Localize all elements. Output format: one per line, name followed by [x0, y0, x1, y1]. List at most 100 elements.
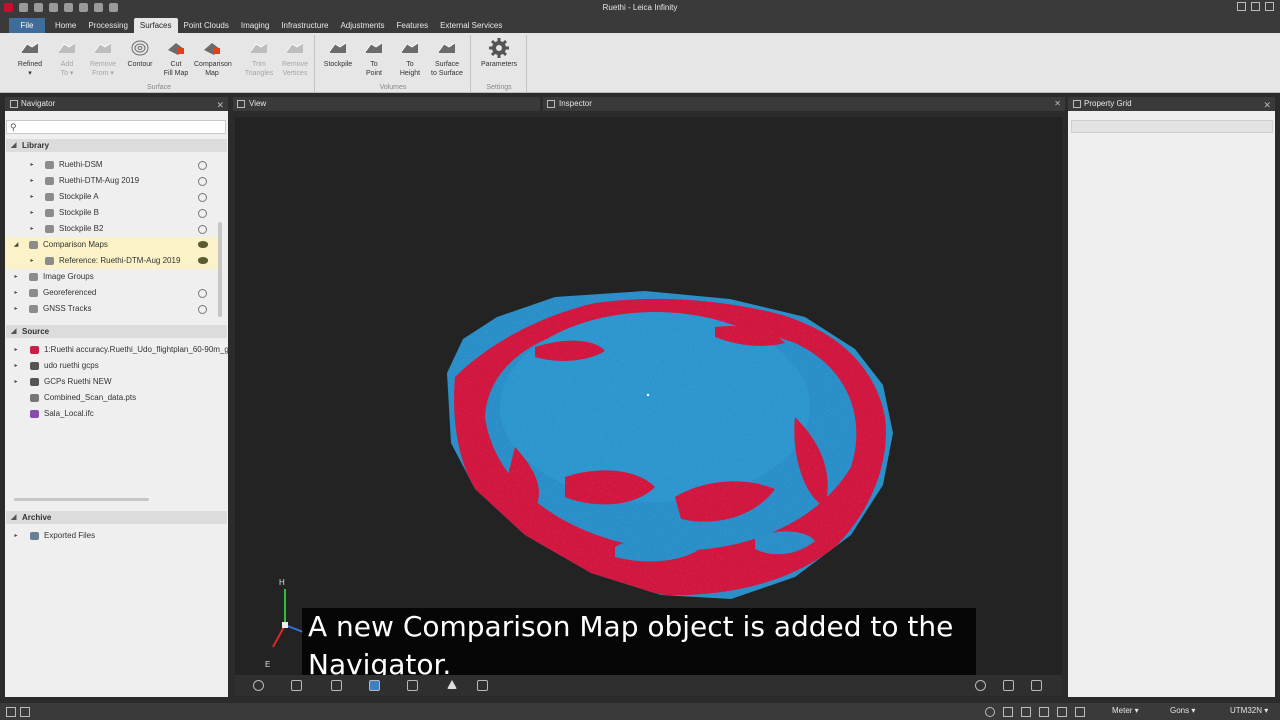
cut-fill-map-button[interactable]: Cut Fill Map: [158, 38, 194, 78]
to-height-button[interactable]: To Height: [392, 38, 428, 78]
contour-button[interactable]: Contour: [122, 38, 158, 69]
status-list-icon[interactable]: [1021, 707, 1031, 717]
expand-icon[interactable]: ▸: [12, 528, 20, 544]
refined-button[interactable]: Refined ▾: [12, 38, 48, 78]
visibility-toggle-icon[interactable]: [198, 305, 207, 314]
tree-item[interactable]: ▸ 1:Ruethi accuracy.Ruethi_Udo_flightplan…: [6, 342, 232, 358]
expand-icon[interactable]: ▸: [12, 374, 20, 390]
tree-item[interactable]: Sala_Local.ifc: [6, 406, 219, 422]
3d-viewport[interactable]: H E: [235, 117, 1062, 675]
property-object-select[interactable]: [1071, 120, 1273, 133]
close-icon[interactable]: ✕: [1263, 98, 1271, 112]
visibility-toggle-icon[interactable]: [198, 289, 207, 298]
camera-icon[interactable]: [1031, 680, 1042, 691]
close-icon[interactable]: [1265, 2, 1274, 11]
collapse-icon[interactable]: ◢: [11, 325, 16, 338]
tree-item[interactable]: ▸ Georeferenced: [6, 285, 219, 301]
status-left-icon[interactable]: [6, 707, 16, 717]
visibility-toggle-icon[interactable]: [198, 209, 207, 218]
expand-icon[interactable]: ▸: [12, 301, 20, 317]
tab-external-services[interactable]: External Services: [434, 18, 508, 33]
expand-icon[interactable]: ▸: [28, 173, 36, 189]
tree-item[interactable]: ▸ Image Groups: [6, 269, 219, 285]
navigator-search-input[interactable]: ⚲: [6, 120, 226, 134]
terrain-icon[interactable]: [447, 680, 457, 689]
remove-vertices-button[interactable]: Remove Vertices: [277, 38, 313, 78]
expand-icon[interactable]: ▸: [28, 221, 36, 237]
tab-processing[interactable]: Processing: [82, 18, 134, 33]
navigation-mode-icon[interactable]: [253, 680, 264, 691]
coord-system-dropdown[interactable]: UTM32N ▾: [1230, 706, 1268, 715]
tree-item[interactable]: ▸ Stockpile B: [6, 205, 219, 221]
measure-tool-icon[interactable]: [331, 680, 342, 691]
expand-icon[interactable]: ▸: [12, 342, 20, 358]
surface-to-surface-button[interactable]: Surface to Surface: [429, 38, 465, 78]
tab-point-clouds[interactable]: Point Clouds: [178, 18, 235, 33]
tree-item[interactable]: ▸ GNSS Tracks: [6, 301, 219, 317]
tab-adjustments[interactable]: Adjustments: [334, 18, 390, 33]
section-library[interactable]: ◢ Library: [6, 139, 227, 152]
visibility-toggle-icon[interactable]: [198, 193, 207, 202]
status-chart-icon[interactable]: [1075, 707, 1085, 717]
source-scrollbar[interactable]: [14, 498, 149, 501]
distance-units-dropdown[interactable]: Meter ▾: [1112, 706, 1139, 715]
pen-tool-icon[interactable]: [407, 680, 418, 691]
expand-icon[interactable]: ▸: [12, 285, 20, 301]
status-layers-icon[interactable]: [1057, 707, 1067, 717]
visibility-toggle-icon[interactable]: [198, 161, 207, 170]
inspector-tab[interactable]: Inspector ✕: [543, 97, 1065, 111]
zoom-extent-icon[interactable]: [1003, 680, 1014, 691]
expand-icon[interactable]: ◢: [12, 237, 20, 253]
tree-item[interactable]: ◢ Comparison Maps: [6, 237, 219, 253]
collapse-icon[interactable]: ◢: [11, 511, 16, 524]
tab-imaging[interactable]: Imaging: [235, 18, 275, 33]
status-snap-icon[interactable]: [985, 707, 995, 717]
tab-home[interactable]: Home: [49, 18, 82, 33]
tree-item[interactable]: ▸ udo ruethi gcps: [6, 358, 219, 374]
tree-item[interactable]: ▸ Stockpile B2: [6, 221, 219, 237]
view-tab[interactable]: View: [233, 97, 540, 111]
grid-icon[interactable]: [477, 680, 488, 691]
tree-item[interactable]: ▸ Reference: Ruethi-DTM-Aug 2019: [6, 253, 219, 269]
tab-features[interactable]: Features: [391, 18, 435, 33]
status-grid-icon[interactable]: [1003, 707, 1013, 717]
expand-icon[interactable]: ▸: [28, 157, 36, 173]
trim-triangles-button[interactable]: Trim Triangles: [241, 38, 277, 78]
remove-from-button[interactable]: Remove From ▾: [85, 38, 121, 78]
library-scrollbar[interactable]: [218, 222, 222, 317]
parameters-button[interactable]: Parameters: [481, 38, 517, 69]
section-source[interactable]: ◢ Source: [6, 325, 227, 338]
close-icon[interactable]: ✕: [216, 98, 224, 112]
tree-item[interactable]: ▸ Exported Files: [6, 528, 219, 544]
status-layout-icon[interactable]: [20, 707, 30, 717]
tab-infrastructure[interactable]: Infrastructure: [275, 18, 334, 33]
expand-icon[interactable]: ▸: [28, 189, 36, 205]
expand-icon[interactable]: ▸: [12, 358, 20, 374]
restore-icon[interactable]: [1251, 2, 1260, 11]
reset-view-icon[interactable]: [975, 680, 986, 691]
tab-surfaces[interactable]: Surfaces: [133, 18, 178, 33]
tree-item[interactable]: ▸ GCPs Ruethi NEW: [6, 374, 219, 390]
add-to-button[interactable]: Add To ▾: [49, 38, 85, 78]
eye-visible-icon[interactable]: [198, 241, 208, 248]
visibility-toggle-icon[interactable]: [198, 177, 207, 186]
tree-item[interactable]: Combined_Scan_data.pts: [6, 390, 219, 406]
expand-icon[interactable]: ▸: [28, 253, 36, 269]
collapse-icon[interactable]: ◢: [11, 139, 16, 152]
expand-icon[interactable]: ▸: [28, 205, 36, 221]
tree-item[interactable]: ▸ Ruethi-DSM: [6, 157, 219, 173]
angle-units-dropdown[interactable]: Gons ▾: [1170, 706, 1195, 715]
close-icon[interactable]: ✕: [1054, 97, 1061, 111]
status-details-icon[interactable]: [1039, 707, 1049, 717]
tree-item[interactable]: ▸ Stockpile A: [6, 189, 219, 205]
comparison-map-button[interactable]: Comparison Map: [194, 38, 232, 78]
visibility-toggle-icon[interactable]: [198, 225, 207, 234]
select-tool-icon[interactable]: [291, 680, 302, 691]
view-cube-icon[interactable]: [369, 680, 380, 691]
section-archive[interactable]: ◢ Archive: [6, 511, 227, 524]
expand-icon[interactable]: ▸: [12, 269, 20, 285]
to-point-button[interactable]: To Point: [356, 38, 392, 78]
eye-visible-icon[interactable]: [198, 257, 208, 264]
tree-item[interactable]: ▸ Ruethi-DTM-Aug 2019: [6, 173, 219, 189]
tab-file[interactable]: File: [9, 18, 45, 33]
